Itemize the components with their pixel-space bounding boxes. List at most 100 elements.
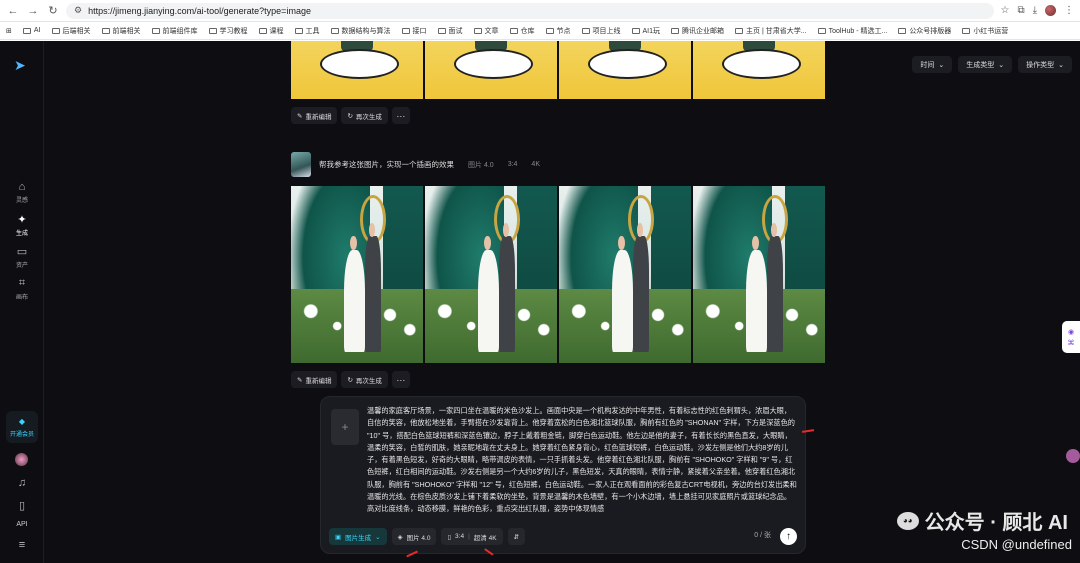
result-image[interactable] — [559, 41, 691, 99]
filter-op-type[interactable]: 操作类型 ⌄ — [1018, 56, 1072, 73]
result-image[interactable] — [425, 41, 557, 99]
folder-icon: ▭ — [16, 246, 28, 258]
bookmark-item[interactable]: ToolHub - 精选工... — [817, 26, 887, 36]
chevron-down-icon: ⌄ — [998, 61, 1005, 69]
sidebar-item-generate[interactable]: ✦ 生成 — [0, 213, 44, 237]
bookmark-item[interactable]: AI — [22, 27, 41, 34]
bookmark-item[interactable]: 节点 — [545, 26, 571, 36]
notification-icon[interactable]: ♫ — [0, 477, 44, 491]
mode-select[interactable]: ▣ 图片生成 ⌄ — [329, 528, 387, 545]
bookmark-item[interactable]: 前端相关 — [101, 26, 141, 36]
bookmark-item[interactable]: 工具 — [294, 26, 320, 36]
result-image[interactable] — [559, 186, 691, 363]
folder-icon — [735, 27, 744, 34]
edit-icon: ✎ — [297, 376, 303, 384]
floating-avatar[interactable] — [1066, 449, 1080, 463]
folder-icon — [509, 27, 518, 34]
folder-icon — [151, 27, 160, 34]
bookmark-star-icon[interactable]: ☆ — [1000, 5, 1009, 16]
reference-thumbnail[interactable] — [291, 152, 311, 177]
user-avatar[interactable] — [15, 453, 28, 466]
apps-icon[interactable]: ⊞ — [6, 27, 12, 35]
filter-time[interactable]: 时间 ⌄ — [912, 56, 953, 73]
result-image[interactable] — [291, 41, 423, 99]
reedit-button[interactable]: ✎ 重新编辑 — [291, 371, 338, 388]
prompt-composer: + 温馨的家庭客厅场景，一家四口坐在温暖的米色沙发上。画面中央是一个机构发达的中… — [320, 396, 806, 554]
refresh-icon: ↻ — [347, 376, 353, 384]
menu-icon[interactable]: ⋮ — [1064, 5, 1074, 16]
extensions-icon[interactable]: ⧉ — [1017, 5, 1024, 16]
bookmark-item[interactable]: AI1玩 — [631, 26, 660, 36]
folder-icon — [294, 27, 303, 34]
folder-icon — [671, 27, 680, 34]
diamond-icon: ◆ — [18, 417, 26, 426]
bookmark-item[interactable]: 仓库 — [509, 26, 535, 36]
sidebar-api[interactable]: API — [0, 521, 44, 528]
folder-icon — [437, 27, 446, 34]
reload-icon[interactable]: ↻ — [46, 4, 60, 18]
sidebar-item-inspiration[interactable]: ⌂ 灵感 — [0, 181, 44, 204]
device-icon[interactable]: ▯ — [0, 499, 44, 514]
watermark: ◕◕ 公众号 · 顾北 AI — [896, 506, 1068, 535]
filter-gen-type[interactable]: 生成类型 ⌄ — [958, 56, 1013, 73]
prompt-textarea[interactable]: 温馨的家庭客厅场景，一家四口坐在温暖的米色沙发上。画面中央是一个机构发达的中年男… — [367, 405, 797, 520]
floating-toolbox[interactable]: ◉ ⌘ — [1062, 321, 1080, 353]
sidebar-item-assets[interactable]: ▭ 资产 — [0, 245, 44, 269]
vip-button[interactable]: ◆ 开通会员 — [6, 411, 38, 443]
bookmark-item[interactable]: 学习教程 — [208, 26, 248, 36]
plus-icon: + — [341, 420, 349, 434]
folder-icon — [51, 27, 60, 34]
folder-icon — [258, 27, 267, 34]
arrow-up-icon: ↑ — [786, 531, 791, 542]
bookmark-item[interactable]: 面试 — [437, 26, 463, 36]
composer-toolbar: ▣ 图片生成 ⌄ ◈ 图片 4.0 ▯ 3:4 | 超清 4K ⇵ — [329, 528, 525, 545]
folder-icon — [473, 27, 482, 34]
bookmark-item[interactable]: 后端相关 — [51, 26, 91, 36]
sliders-icon: ⇵ — [513, 533, 519, 541]
sidebar: ➤ ⌂ 灵感 ✦ 生成 ▭ 资产 ⌗ 画布 ◆ 开通会员 ♫ ▯ API ≡ — [0, 41, 44, 563]
more-button[interactable]: ··· — [391, 107, 410, 124]
sidebar-item-canvas[interactable]: ⌗ 画布 — [0, 277, 44, 301]
site-info-icon[interactable]: ⚙ — [74, 5, 82, 16]
upload-reference-button[interactable]: + — [331, 409, 359, 445]
app-logo[interactable]: ➤ — [14, 57, 26, 74]
bookmark-item[interactable]: 公众号排版器 — [898, 26, 951, 36]
bookmark-item[interactable]: 前端组件库 — [151, 26, 198, 36]
model-select[interactable]: ◈ 图片 4.0 — [391, 528, 437, 545]
regenerate-button[interactable]: ↻ 再次生成 — [341, 371, 388, 388]
folder-icon — [22, 27, 31, 34]
folder-icon — [817, 27, 826, 34]
reedit-button[interactable]: ✎ 重新编辑 — [291, 107, 338, 124]
bookmark-item[interactable]: 项目上线 — [581, 26, 621, 36]
task-ratio: 3:4 — [507, 161, 518, 168]
watermark-csdn: CSDN @undefined — [961, 537, 1072, 552]
result-image[interactable] — [693, 41, 825, 99]
bookmark-item[interactable]: 腾讯企业邮箱 — [671, 26, 724, 36]
settings-button[interactable]: ⇵ — [507, 528, 525, 545]
regenerate-button[interactable]: ↻ 再次生成 — [341, 107, 388, 124]
back-icon[interactable]: ← — [6, 4, 20, 18]
download-icon[interactable]: ⤓ — [1033, 5, 1037, 16]
bookmark-item[interactable]: 接口 — [401, 26, 427, 36]
main-area: 时间 ⌄ 生成类型 ⌄ 操作类型 ⌄ ✎ 重新编辑 ↻ 再次生成 ··· 帮我参考这张图片… — [44, 41, 1080, 563]
previous-results — [291, 41, 825, 99]
send-button[interactable]: ↑ — [780, 528, 797, 545]
cube-icon: ◈ — [397, 533, 403, 541]
result-image[interactable] — [425, 186, 557, 363]
bookmark-item[interactable]: 小红书运营 — [962, 26, 1008, 36]
bookmark-item[interactable]: 数据结构与算法 — [330, 26, 391, 36]
bookmark-item[interactable]: 课程 — [258, 26, 284, 36]
result-image[interactable] — [693, 186, 825, 363]
bookmark-item[interactable]: 主页 | 甘肃省大学... — [735, 26, 807, 36]
folder-icon — [631, 27, 640, 34]
profile-avatar[interactable] — [1045, 5, 1056, 16]
folder-icon — [401, 27, 410, 34]
forward-icon[interactable]: → — [26, 4, 40, 18]
bookmark-item[interactable]: 文章 — [473, 26, 499, 36]
more-button[interactable]: ··· — [391, 371, 410, 388]
collapse-icon[interactable]: ≡ — [0, 539, 44, 553]
result-image[interactable] — [291, 186, 423, 363]
folder-icon — [330, 27, 339, 34]
ratio-resolution-select[interactable]: ▯ 3:4 | 超清 4K — [441, 528, 503, 545]
address-bar[interactable]: ⚙ https://jimeng.jianying.com/ai-tool/ge… — [66, 2, 995, 19]
